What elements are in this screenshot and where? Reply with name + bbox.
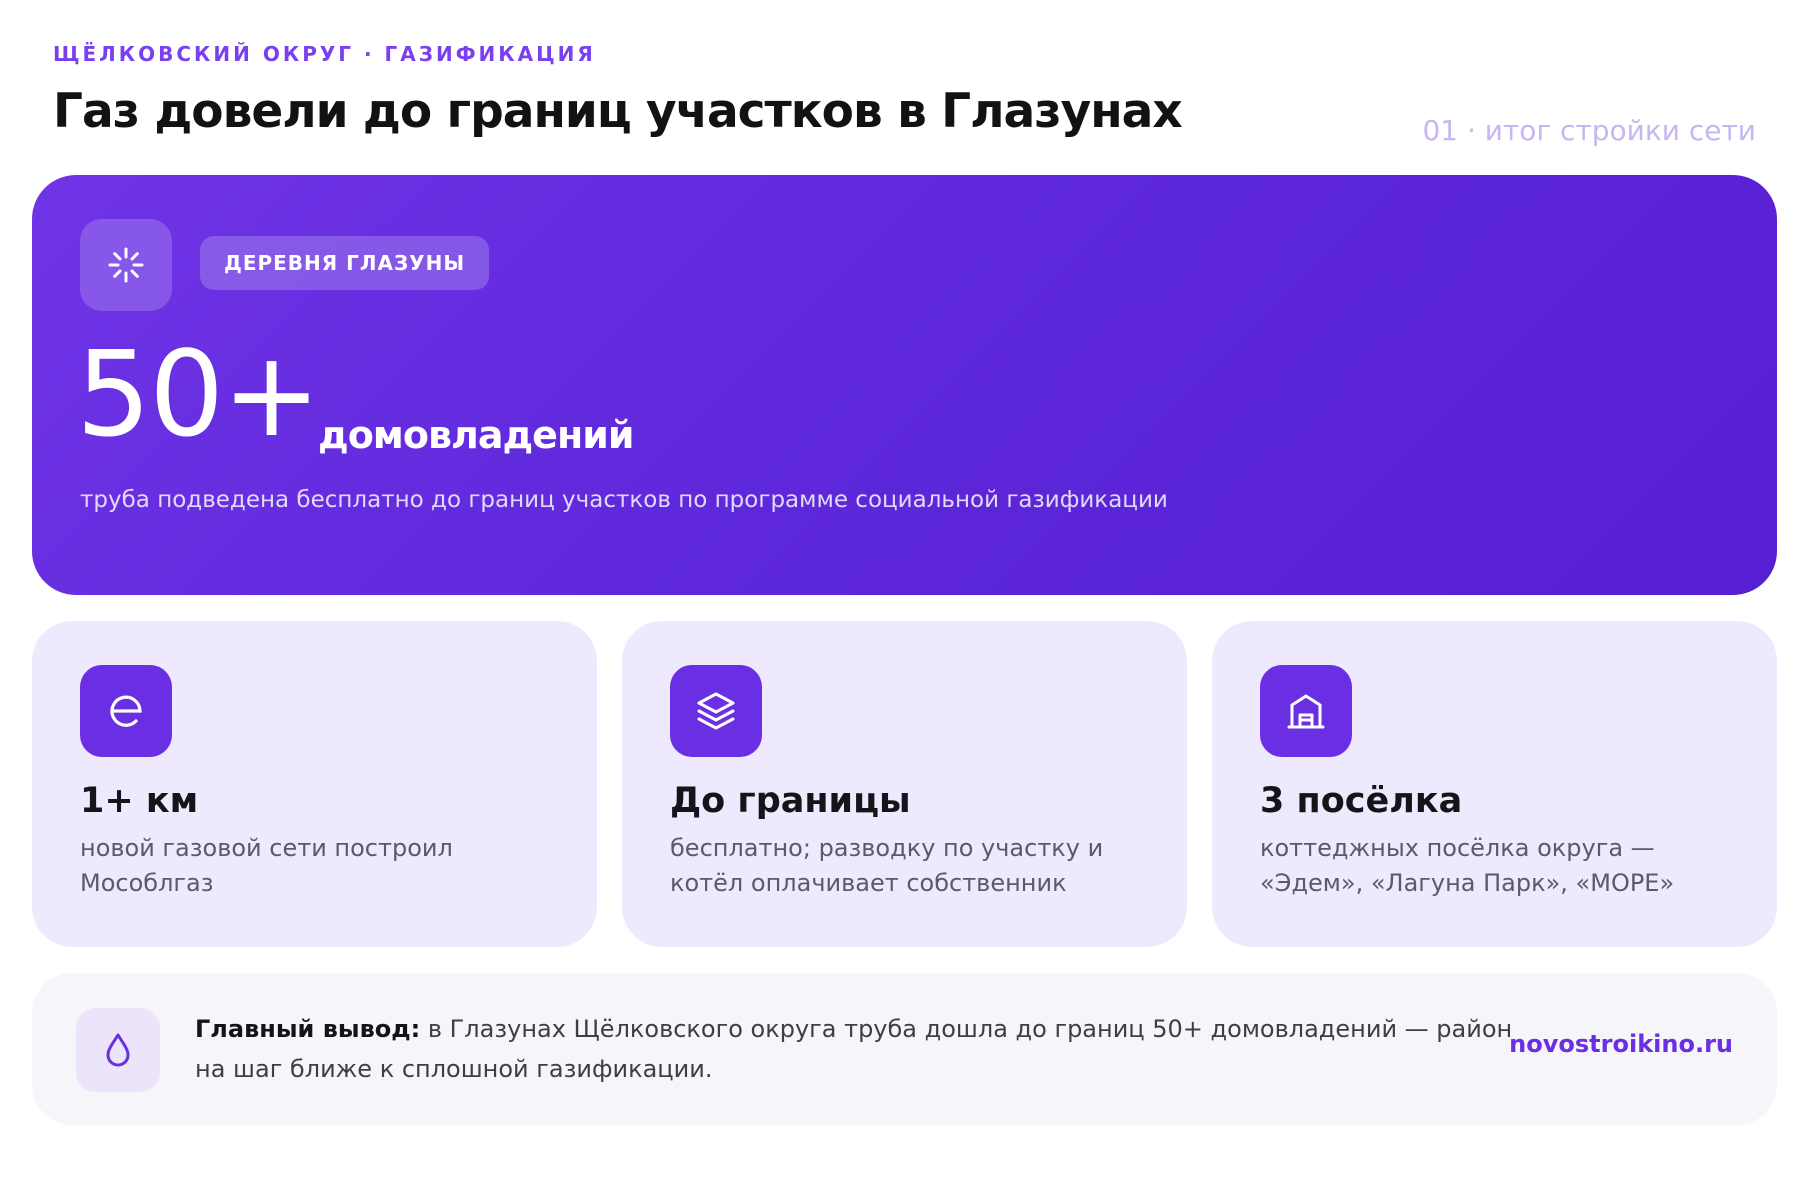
summary-lead: Главный вывод: xyxy=(195,1015,421,1043)
hero-number: 50+ xyxy=(76,325,321,463)
kicker: ЩЁЛКОВСКИЙ ОКРУГ · ГАЗИФИКАЦИЯ xyxy=(53,42,596,66)
section-meta: 01 · итог стройки сети xyxy=(1422,114,1756,147)
stat-card-network: 1+ км новой газовой сети построил Мособл… xyxy=(32,621,597,947)
card-title: До границы xyxy=(670,781,911,821)
house-icon xyxy=(1260,665,1352,757)
sparkle-icon xyxy=(80,219,172,311)
pipe-network-icon xyxy=(80,665,172,757)
layers-icon xyxy=(670,665,762,757)
hero-description: труба подведена бесплатно до границ учас… xyxy=(80,487,1168,513)
source-link[interactable]: novostroikino.ru xyxy=(1509,1030,1733,1058)
card-text: коттеджных посёлка округа — «Эдем», «Лаг… xyxy=(1260,834,1675,897)
card-text: новой газовой сети построил Мособлгаз xyxy=(80,834,453,897)
summary-panel: Главный вывод: в Глазунах Щёлковского ок… xyxy=(32,973,1777,1125)
hero-unit: домовладений xyxy=(318,413,634,457)
card-text: бесплатно; разводку по участку и котёл о… xyxy=(670,834,1104,897)
summary-text: Главный вывод: в Глазунах Щёлковского ок… xyxy=(195,1009,1515,1089)
drop-icon xyxy=(76,1008,160,1092)
card-title: 1+ км xyxy=(80,781,199,821)
hero-panel: ДЕРЕВНЯ ГЛАЗУНЫ 50+ домовладений труба п… xyxy=(32,175,1777,595)
stat-card-boundary: До границы бесплатно; разводку по участк… xyxy=(622,621,1187,947)
card-title: 3 посёлка xyxy=(1260,781,1463,821)
stat-card-settlements: 3 посёлка коттеджных посёлка округа — «Э… xyxy=(1212,621,1777,947)
location-badge: ДЕРЕВНЯ ГЛАЗУНЫ xyxy=(200,236,490,290)
page-title: Газ довели до границ участков в Глазунах xyxy=(53,84,1183,139)
